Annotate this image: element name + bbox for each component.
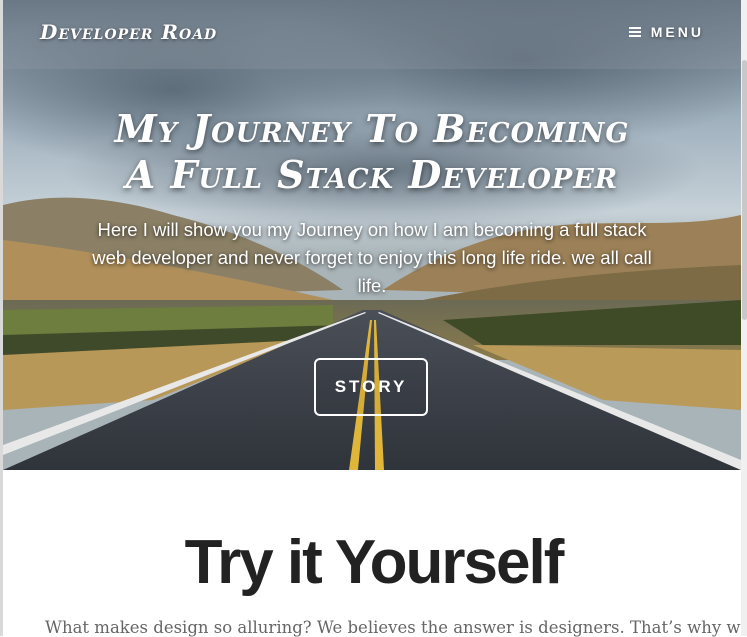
scrollbar-thumb[interactable] <box>742 60 747 320</box>
navbar: Developer Road MENU <box>3 0 741 69</box>
menu-label: MENU <box>650 24 704 40</box>
hamburger-icon <box>628 27 641 37</box>
scrollbar[interactable] <box>741 0 747 636</box>
hero-title: My Journey To Becoming A Full Stack Deve… <box>3 106 741 198</box>
section-title: Try it Yourself <box>184 528 565 597</box>
hero-section: Developer Road MENU My Journey To Becomi… <box>3 0 741 470</box>
section-text: What makes design so alluring? We believ… <box>45 618 747 637</box>
hero-title-line-2: A Full Stack Developer <box>125 152 619 197</box>
story-button[interactable]: STORY <box>314 358 428 416</box>
hero-title-line-1: My Journey To Becoming <box>114 106 630 151</box>
menu-button[interactable]: MENU <box>628 24 704 40</box>
hero-subtitle: Here I will show you my Journey on how I… <box>92 219 652 296</box>
brand-logo[interactable]: Developer Road <box>40 20 217 44</box>
